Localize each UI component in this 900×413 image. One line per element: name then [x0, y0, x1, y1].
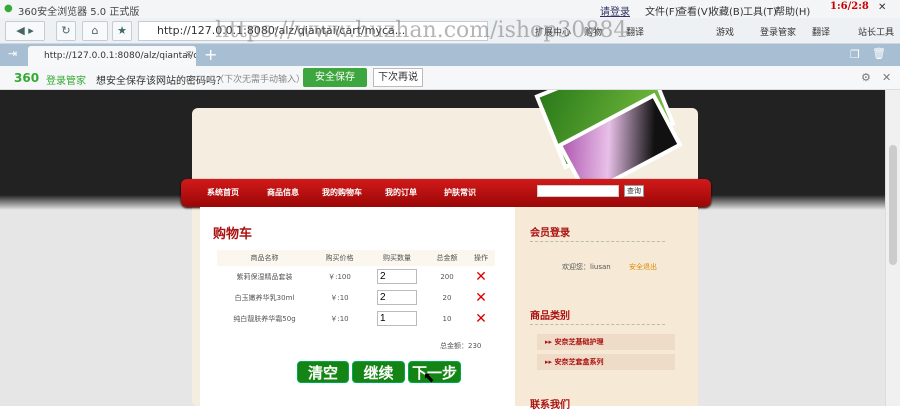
- new-tab-icon[interactable]: +: [204, 45, 217, 64]
- tab-title: http://127.0.0.1:8080/alz/qiantai/c...: [44, 51, 196, 61]
- watermark: https://www.huzhan.com/ishop30884: [215, 18, 628, 43]
- browser-logo-icon: ●: [4, 3, 13, 14]
- delete-icon[interactable]: ✕: [475, 269, 487, 285]
- menu-favorites[interactable]: 收藏(B): [709, 3, 744, 18]
- quantity-input[interactable]: [377, 269, 417, 284]
- item-name: 纯白靓肤养华霜50g: [233, 314, 296, 323]
- close-window-icon[interactable]: ✕: [878, 2, 886, 13]
- grand-total: 总金额：230: [440, 342, 482, 350]
- item-price: ￥:10: [330, 293, 349, 302]
- close-tab-icon[interactable]: ✕: [185, 50, 193, 60]
- trash-icon[interactable]: 🗑: [872, 47, 886, 60]
- save-hint: （下次无需手动输入）: [215, 75, 306, 85]
- counter: 1:6/2:8: [830, 1, 869, 12]
- menu-view[interactable]: 查看(V): [677, 3, 712, 18]
- menu-file[interactable]: 文件(F): [645, 3, 679, 18]
- menu-tools[interactable]: 工具(T): [743, 3, 777, 18]
- quantity-input[interactable]: [377, 290, 417, 305]
- contact-title: 联系我们: [530, 400, 570, 411]
- search-input[interactable]: [537, 185, 619, 197]
- table-row: 白玉嫩养华乳30ml ￥:10 20 ✕: [217, 287, 495, 308]
- delete-icon[interactable]: ✕: [475, 311, 487, 327]
- category-item[interactable]: ▸▸ 安奈芝基础护理: [537, 334, 675, 350]
- toolbar-webmaster[interactable]: 站长工具: [858, 25, 894, 38]
- sidebar-toggle-icon[interactable]: ⇥: [8, 47, 17, 60]
- welcome-text: 欢迎您：liusan: [562, 263, 611, 271]
- item-total: 10: [442, 314, 452, 323]
- restore-tabs-icon[interactable]: ❐: [850, 48, 860, 61]
- back-forward-button[interactable]: ◀ ▸: [5, 21, 45, 41]
- col-action: 操作: [467, 250, 495, 266]
- brand-360: 360: [14, 71, 40, 85]
- toolbar-games[interactable]: 游戏: [716, 25, 734, 38]
- item-total: 200: [440, 272, 454, 281]
- login-link[interactable]: 请登录: [600, 3, 630, 18]
- category-label: 安奈芝套盒系列: [554, 358, 604, 366]
- nav-toolbar: ◀ ▸ ↻ ⌂ ★ http://127.0.0.1:8080/alz/qian…: [0, 18, 900, 44]
- nav-orders[interactable]: 我的订单: [385, 187, 417, 198]
- nav-cart[interactable]: 我的购物车: [322, 187, 362, 198]
- item-price: ￥:100: [328, 272, 351, 281]
- brand-login-manager: 登录管家: [46, 76, 86, 87]
- logout-link[interactable]: 安全退出: [629, 262, 657, 272]
- gear-icon[interactable]: ⚙: [861, 71, 871, 84]
- col-price: 购买价格: [312, 250, 367, 266]
- password-save-bar: 360 登录管家 想安全保存该网站的密码吗？ （下次无需手动输入） 安全保存 下…: [0, 66, 900, 90]
- col-total: 总金额: [427, 250, 467, 266]
- tab-bar: ⇥ http://127.0.0.1:8080/alz/qiantai/c...…: [0, 44, 900, 66]
- quantity-input[interactable]: [377, 311, 417, 326]
- later-button[interactable]: 下次再说: [373, 68, 423, 87]
- table-row: 纯白靓肤养华霜50g ￥:10 10 ✕: [217, 308, 495, 329]
- toolbar-login-manager[interactable]: 登录管家: [760, 25, 796, 38]
- menu-help[interactable]: 帮助(H): [775, 3, 810, 18]
- item-total: 20: [442, 293, 452, 302]
- cart-table: 商品名称 购买价格 购买数量 总金额 操作 紫莉保湿精品套装 ￥:100 200…: [217, 250, 495, 329]
- nav-home[interactable]: 系统首页: [207, 187, 239, 198]
- mouse-cursor-icon: ⬉: [423, 370, 435, 386]
- category-title: 商品类别: [530, 307, 665, 325]
- nav-products[interactable]: 商品信息: [267, 187, 299, 198]
- clear-button[interactable]: 清空: [297, 361, 349, 383]
- scrollbar[interactable]: [885, 90, 900, 406]
- continue-button[interactable]: 继续: [352, 361, 405, 383]
- category-label: 安奈芝基础护理: [554, 338, 604, 346]
- delete-icon[interactable]: ✕: [475, 290, 487, 306]
- item-price: ￥:10: [330, 314, 349, 323]
- refresh-icon[interactable]: ↻: [56, 21, 76, 41]
- toolbar-translate2[interactable]: 翻译: [812, 25, 830, 38]
- cart-title: 购物车: [213, 227, 253, 242]
- item-name: 紫莉保湿精品套装: [236, 272, 293, 281]
- search-button[interactable]: 查询: [624, 185, 644, 197]
- table-row: 紫莉保湿精品套装 ￥:100 200 ✕: [217, 266, 495, 287]
- window-title: 360安全浏览器 5.0 正式版: [18, 7, 140, 18]
- save-question: 想安全保存该网站的密码吗？: [96, 76, 226, 87]
- category-item[interactable]: ▸▸ 安奈芝套盒系列: [537, 354, 675, 370]
- safe-save-button[interactable]: 安全保存: [303, 68, 367, 87]
- item-name: 白玉嫩养华乳30ml: [234, 293, 295, 302]
- tab-active[interactable]: http://127.0.0.1:8080/alz/qiantai/c...: [28, 46, 196, 66]
- home-icon[interactable]: ⌂: [82, 21, 108, 41]
- nav-skincare[interactable]: 护肤常识: [444, 187, 476, 198]
- table-header: 商品名称 购买价格 购买数量 总金额 操作: [217, 250, 495, 266]
- col-name: 商品名称: [217, 250, 312, 266]
- col-qty: 购买数量: [367, 250, 427, 266]
- toolbar-translate[interactable]: 翻译: [626, 25, 644, 38]
- close-bar-icon[interactable]: ✕: [882, 71, 891, 84]
- header-photo: [525, 90, 685, 180]
- main-nav: 系统首页 商品信息 我的购物车 我的订单 护肤常识 查询: [181, 179, 711, 207]
- title-bar: ● 360安全浏览器 5.0 正式版 请登录 文件(F) 查看(V) 收藏(B)…: [0, 0, 900, 18]
- member-login-title: 会员登录: [530, 224, 665, 242]
- star-icon[interactable]: ★: [112, 21, 132, 41]
